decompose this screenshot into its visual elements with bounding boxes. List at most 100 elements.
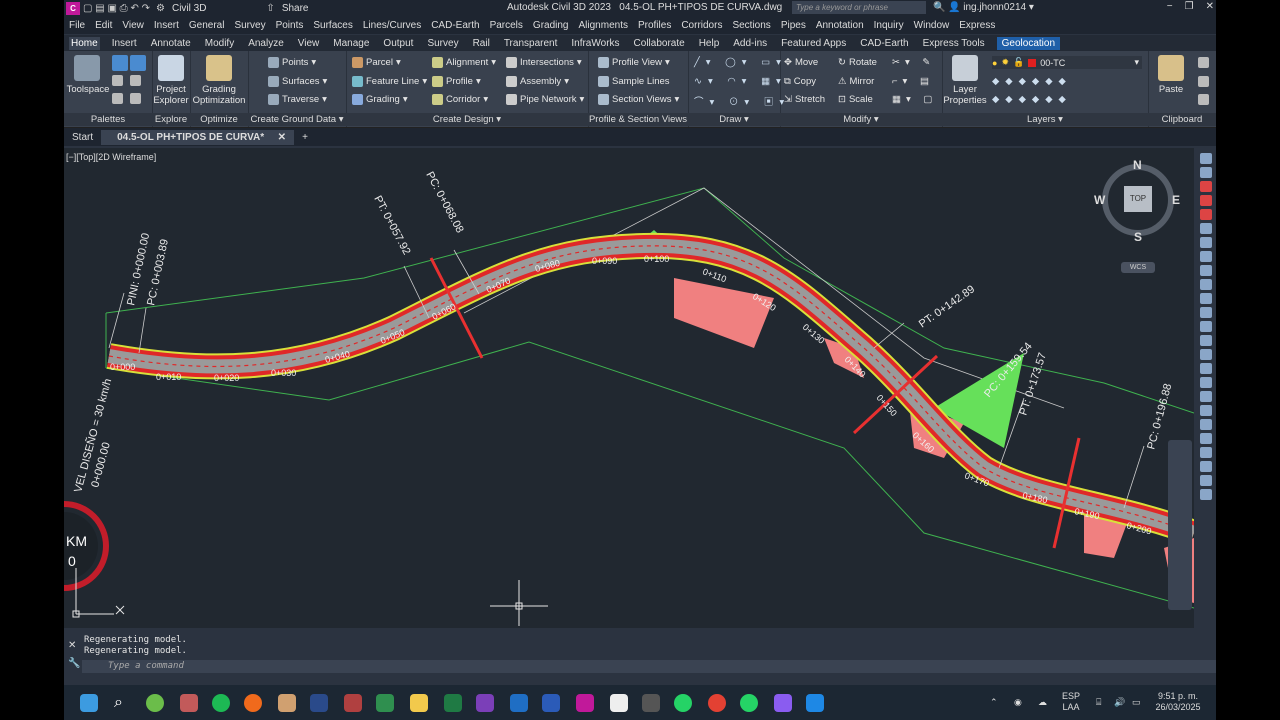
surfaces-button[interactable]: Surfaces ▾ (268, 76, 327, 87)
layer-tools-icon[interactable]: ◆◆◆◆◆◆ (992, 94, 1072, 105)
menu-item[interactable]: Profiles (638, 20, 671, 31)
civil3d-logo-icon[interactable]: C (66, 2, 80, 15)
copy-button[interactable]: ⧉ Copy (784, 76, 816, 87)
menu-item[interactable]: Alignments (579, 20, 628, 31)
navigation-bar[interactable] (1168, 440, 1192, 610)
menu-item[interactable]: General (189, 20, 225, 31)
tab-current-drawing[interactable]: 04.5-OL PH+TIPOS DE CURVA* ✕ (101, 129, 295, 145)
parcel-button[interactable]: Parcel ▾ (352, 57, 401, 68)
palette-icon[interactable] (112, 75, 123, 86)
toolspace-icon[interactable] (74, 55, 100, 81)
stretch-button[interactable]: ⇲ Stretch (784, 94, 825, 105)
tab-start[interactable]: Start (64, 130, 101, 145)
windows-start-icon[interactable] (80, 694, 98, 712)
arc-tools-icon[interactable]: ⌒▾ ⊙▾ ▣▾ (694, 94, 790, 108)
ribbon-tab[interactable]: Featured Apps (779, 37, 848, 50)
network-icon[interactable]: ⌸ (1096, 697, 1101, 708)
ribbon-tab[interactable]: Annotate (149, 37, 193, 50)
notion-icon[interactable] (610, 694, 628, 712)
menu-item[interactable]: Express (959, 20, 995, 31)
profile-button[interactable]: Profile ▾ (432, 76, 481, 87)
calendar-icon[interactable] (642, 694, 660, 712)
menu-item[interactable]: View (122, 20, 144, 31)
scale-button[interactable]: ⊡ Scale (838, 94, 873, 105)
tool-icon[interactable] (1200, 489, 1212, 500)
rotate-button[interactable]: ↻ Rotate (838, 57, 877, 68)
whatsapp-icon[interactable] (674, 694, 692, 712)
app-icon[interactable] (376, 694, 394, 712)
menu-item[interactable]: Grading (533, 20, 569, 31)
browser-icon[interactable] (244, 694, 262, 712)
chrome-icon[interactable] (708, 694, 726, 712)
app-icon[interactable] (806, 694, 824, 712)
cut-icon[interactable] (1198, 57, 1209, 68)
tool-icon[interactable] (1200, 251, 1212, 262)
menu-item[interactable]: Window (914, 20, 950, 31)
compass-east[interactable]: E (1172, 193, 1180, 207)
assembly-button[interactable]: Assembly ▾ (506, 76, 569, 87)
ribbon-tab[interactable]: Add-ins (731, 37, 769, 50)
ribbon-tab[interactable]: Survey (425, 37, 460, 50)
ribbon-tab[interactable]: InfraWorks (569, 37, 621, 50)
ribbon-tab[interactable]: Geolocation (996, 36, 1061, 50)
drawing-canvas[interactable]: [−][Top][2D Wireframe] KM 0 VEL DISEÑO =… (64, 148, 1194, 628)
volume-icon[interactable]: 🔊 (1114, 697, 1125, 708)
array-icon[interactable]: ▦▾ ▢ (892, 94, 937, 105)
outlook-icon[interactable] (510, 694, 528, 712)
tool-icon[interactable] (1200, 265, 1212, 276)
tool-icon[interactable] (1200, 419, 1212, 430)
project-explorer-button[interactable]: Project Explorer (152, 84, 190, 106)
app-icon[interactable] (180, 694, 198, 712)
tool-icon[interactable] (1200, 307, 1212, 318)
help-search-input[interactable]: Type a keyword or phrase (792, 1, 926, 14)
qgis-icon[interactable] (146, 694, 164, 712)
tool-icon[interactable] (1200, 377, 1212, 388)
tool-icon[interactable] (1200, 363, 1212, 374)
corridor-button[interactable]: Corridor ▾ (432, 94, 488, 105)
tool-icon[interactable] (1200, 279, 1212, 290)
compass-west[interactable]: W (1094, 193, 1105, 207)
ribbon-tab[interactable]: CAD-Earth (858, 37, 910, 50)
app-icon[interactable] (310, 694, 328, 712)
copy-clip-icon[interactable] (1198, 76, 1209, 87)
menu-item[interactable]: Annotation (816, 20, 864, 31)
ribbon-tab[interactable]: Help (697, 37, 722, 50)
tool-icon[interactable] (1200, 405, 1212, 416)
menu-item[interactable]: Parcels (490, 20, 523, 31)
close-button[interactable]: ✕ (1206, 1, 1214, 12)
paste-icon[interactable] (1158, 55, 1184, 81)
tool-icon[interactable] (1200, 153, 1212, 164)
tool-icon[interactable] (1200, 461, 1212, 472)
panel-title[interactable]: Create Design ▾ (346, 113, 588, 126)
battery-icon[interactable]: ▭ (1132, 697, 1141, 708)
menu-item[interactable]: Inquiry (874, 20, 904, 31)
ribbon-tab[interactable]: Express Tools (921, 37, 987, 50)
palette-icon[interactable] (112, 55, 128, 71)
copilot-icon[interactable] (774, 694, 792, 712)
panel-title[interactable]: Draw ▾ (688, 113, 780, 126)
paste-button[interactable]: Paste (1150, 84, 1192, 95)
whatsapp-icon[interactable] (740, 694, 758, 712)
feature-line-button[interactable]: Feature Line ▾ (352, 76, 427, 87)
ribbon-tab[interactable]: Output (381, 37, 415, 50)
points-button[interactable]: Points ▾ (268, 57, 316, 68)
tool-icon[interactable] (1200, 237, 1212, 248)
sample-lines-button[interactable]: Sample Lines (598, 76, 670, 87)
wcs-menu[interactable]: WCS (1121, 262, 1155, 273)
close-icon[interactable]: ✕ (68, 640, 76, 651)
user-account[interactable]: 👤 ing.jhonn0214 ▾ (948, 2, 1034, 13)
pipe-network-button[interactable]: Pipe Network ▾ (506, 94, 584, 105)
app-icon[interactable] (344, 694, 362, 712)
file-explorer-icon[interactable] (410, 694, 428, 712)
menu-item[interactable]: Survey (234, 20, 265, 31)
quick-access-icons[interactable]: ▢ ▤ ▣ ⎙ ↶ ↷ (83, 3, 150, 14)
alignment-button[interactable]: Alignment ▾ (432, 57, 496, 68)
excel-icon[interactable] (444, 694, 462, 712)
tool-icon[interactable] (1200, 447, 1212, 458)
menu-item[interactable]: Lines/Curves (363, 20, 421, 31)
spotify-icon[interactable] (212, 694, 230, 712)
onenote-icon[interactable] (476, 694, 494, 712)
workspace-selector[interactable]: Civil 3D (172, 3, 206, 14)
view-cube-top[interactable]: TOP (1124, 186, 1152, 212)
palette-icon[interactable] (130, 55, 146, 71)
